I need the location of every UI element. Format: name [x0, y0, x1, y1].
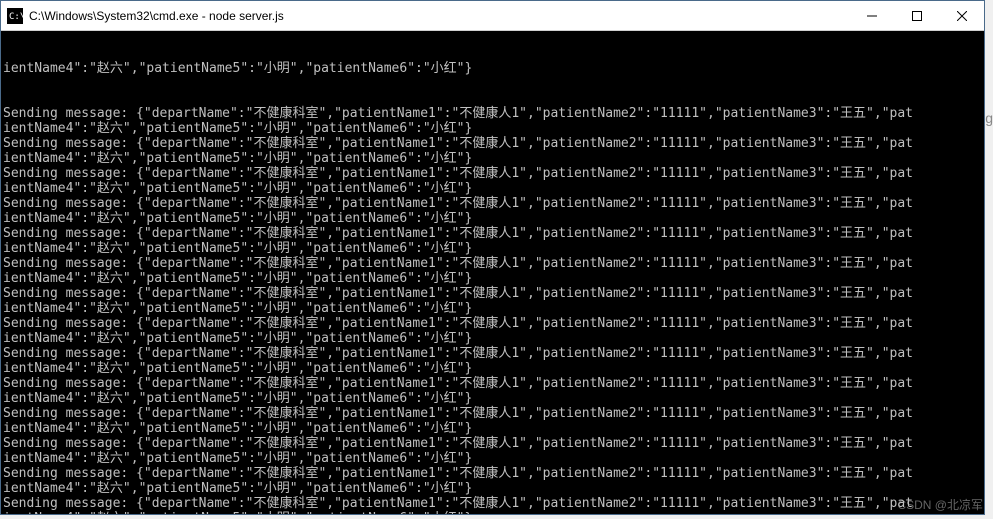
console-line: Sending message: {"departName":"不健康科室","…: [3, 226, 982, 241]
console-line: Sending message: {"departName":"不健康科室","…: [3, 406, 982, 421]
cmd-icon: C:\: [7, 8, 23, 24]
window-controls: [849, 1, 984, 30]
console-line: ientName4":"赵六","patientName5":"小明","pat…: [3, 481, 982, 496]
edge-glyph: g: [985, 110, 993, 126]
console-line: ientName4":"赵六","patientName5":"小明","pat…: [3, 301, 982, 316]
console-line: Sending message: {"departName":"不健康科室","…: [3, 496, 982, 511]
console-line: ientName4":"赵六","patientName5":"小明","pat…: [3, 181, 982, 196]
console-line: Sending message: {"departName":"不健康科室","…: [3, 436, 982, 451]
minimize-button[interactable]: [849, 1, 894, 30]
console-line: ientName4":"赵六","patientName5":"小明","pat…: [3, 211, 982, 226]
console-line: ientName4":"赵六","patientName5":"小明","pat…: [3, 391, 982, 406]
console-line: ientName4":"赵六","patientName5":"小明","pat…: [3, 511, 982, 514]
console-line: Sending message: {"departName":"不健康科室","…: [3, 256, 982, 271]
console-line: ientName4":"赵六","patientName5":"小明","pat…: [3, 271, 982, 286]
console-line: Sending message: {"departName":"不健康科室","…: [3, 466, 982, 481]
window-title: C:\Windows\System32\cmd.exe - node serve…: [29, 9, 849, 23]
watermark: CSDN @北凉军: [897, 496, 983, 513]
console-line: Sending message: {"departName":"不健康科室","…: [3, 316, 982, 331]
svg-text:C:\: C:\: [9, 12, 23, 22]
console-line: Sending message: {"departName":"不健康科室","…: [3, 286, 982, 301]
console-line: ientName4":"赵六","patientName5":"小明","pat…: [3, 421, 982, 436]
close-button[interactable]: [939, 1, 984, 30]
console-line: ientName4":"赵六","patientName5":"小明","pat…: [3, 451, 982, 466]
console-output[interactable]: ientName4":"赵六","patientName5":"小明","pat…: [1, 31, 984, 514]
console-line: Sending message: {"departName":"不健康科室","…: [3, 166, 982, 181]
console-line: Sending message: {"departName":"不健康科室","…: [3, 136, 982, 151]
maximize-button[interactable]: [894, 1, 939, 30]
console-line: ientName4":"赵六","patientName5":"小明","pat…: [3, 61, 982, 76]
console-line: Sending message: {"departName":"不健康科室","…: [3, 376, 982, 391]
console-line: Sending message: {"departName":"不健康科室","…: [3, 196, 982, 211]
titlebar[interactable]: C:\ C:\Windows\System32\cmd.exe - node s…: [1, 1, 984, 31]
console-line: ientName4":"赵六","patientName5":"小明","pat…: [3, 331, 982, 346]
console-line: ientName4":"赵六","patientName5":"小明","pat…: [3, 241, 982, 256]
console-line: Sending message: {"departName":"不健康科室","…: [3, 346, 982, 361]
console-line: ientName4":"赵六","patientName5":"小明","pat…: [3, 361, 982, 376]
console-line: Sending message: {"departName":"不健康科室","…: [3, 106, 982, 121]
cmd-window: C:\ C:\Windows\System32\cmd.exe - node s…: [0, 0, 985, 515]
console-line: ientName4":"赵六","patientName5":"小明","pat…: [3, 151, 982, 166]
console-line: ientName4":"赵六","patientName5":"小明","pat…: [3, 121, 982, 136]
